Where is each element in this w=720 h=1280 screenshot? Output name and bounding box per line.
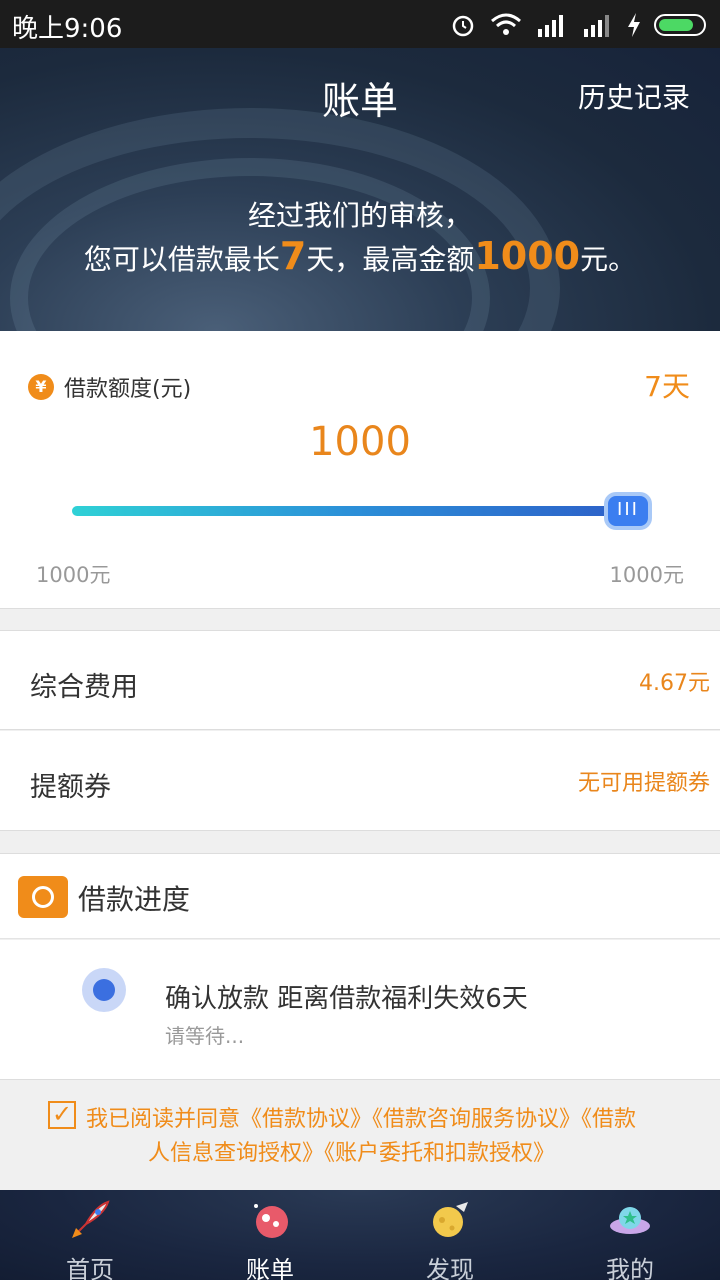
- fee-value: 4.67元: [639, 671, 710, 696]
- nav-item-home[interactable]: 首页: [0, 1190, 180, 1280]
- loan-amount-value: 1000: [309, 419, 411, 465]
- rocket-icon: [68, 1198, 112, 1242]
- bottom-nav: 首页 账单 发现 我的: [0, 1190, 720, 1280]
- agreement-text-line1[interactable]: 我已阅读并同意《借款协议》《借款咨询服务协议》《借款: [86, 1101, 636, 1133]
- nav-item-bill[interactable]: 账单: [180, 1190, 360, 1280]
- slider-handle[interactable]: III: [604, 492, 652, 530]
- banner-amount: 1000: [474, 234, 581, 278]
- history-link[interactable]: 历史记录: [578, 76, 690, 116]
- loan-days[interactable]: 7天: [644, 365, 690, 405]
- banner-line1: 经过我们的审核，: [247, 199, 472, 232]
- coupon-label: 提额券: [30, 772, 111, 803]
- fee-row: 综合费用 4.67元: [0, 630, 720, 730]
- coupon-row[interactable]: 提额券 无可用提额券: [0, 731, 720, 831]
- loan-amount-label: 借款额度(元): [64, 377, 192, 402]
- banner-line2: 您可以借款最长7天，最高金额1000元。: [0, 234, 720, 278]
- nav-label-mine: 我的: [606, 1256, 654, 1280]
- step-title: 确认放款 距离借款福利失效6天: [165, 984, 528, 1014]
- nav-label-home: 首页: [66, 1256, 114, 1280]
- status-bar: 晚上9:06: [0, 0, 720, 48]
- header-banner: 账单 历史记录 经过我们的审核， 您可以借款最长7天，最高金额1000元。: [0, 48, 720, 331]
- banner-line2-prefix: 您可以借款最长: [83, 243, 280, 276]
- fee-label: 综合费用: [30, 672, 138, 703]
- nav-label-bill: 账单: [246, 1256, 294, 1280]
- status-time: 晚上9:06: [12, 14, 123, 44]
- planet-icon: [248, 1198, 292, 1242]
- progress-title: 借款进度: [78, 883, 191, 916]
- battery-icon: [654, 14, 706, 36]
- status-icons: [450, 10, 706, 40]
- nav-item-discover[interactable]: 发现: [360, 1190, 540, 1280]
- wifi-icon: [491, 13, 521, 35]
- coupon-value: 无可用提额券: [577, 771, 710, 796]
- alarm-icon: [452, 15, 474, 37]
- agreement-text-line2[interactable]: 人信息查询授权》《账户委托和扣款授权》: [148, 1135, 555, 1167]
- agreement-checkbox[interactable]: ✓: [48, 1101, 76, 1129]
- signal-icon-1: [538, 15, 563, 37]
- nav-label-discover: 发现: [426, 1256, 474, 1280]
- loan-progress-step: 确认放款 距离借款福利失效6天 请等待...: [0, 940, 720, 1080]
- yen-icon: ¥: [28, 374, 54, 400]
- moon-icon: [428, 1198, 472, 1242]
- banner-line2-suffix: 元。: [580, 243, 637, 276]
- charging-icon: [628, 13, 640, 37]
- step-status-dot: [82, 968, 126, 1012]
- banner-days: 7: [279, 234, 307, 278]
- slider-min-label: 1000元: [36, 563, 111, 587]
- slider-max-label: 1000元: [609, 563, 684, 587]
- loan-amount-slider[interactable]: [72, 506, 632, 516]
- nav-item-mine[interactable]: 我的: [540, 1190, 720, 1280]
- loan-amount-card: ¥ 借款额度(元) 7天 1000 III 1000元 1000元: [0, 331, 720, 609]
- loan-progress-header: 借款进度: [0, 853, 720, 939]
- step-subtitle: 请等待...: [165, 1024, 245, 1048]
- signal-icon-2: [584, 15, 609, 37]
- banner-line2-mid: 天，最高金额: [306, 243, 475, 276]
- agreement-section: ✓ 我已阅读并同意《借款协议》《借款咨询服务协议》《借款 人信息查询授权》《账户…: [0, 1081, 720, 1190]
- progress-icon: [18, 876, 68, 918]
- ufo-icon: [608, 1198, 652, 1242]
